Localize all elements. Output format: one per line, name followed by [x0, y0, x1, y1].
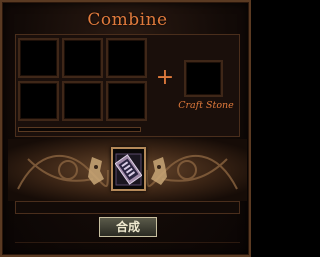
material-slot-1[interactable]	[18, 38, 59, 78]
combine-button[interactable]: 合成	[99, 217, 157, 237]
craft-stone-label: Craft Stone	[178, 100, 234, 111]
divider	[15, 242, 240, 243]
window-title: Combine	[87, 10, 168, 30]
result-info-frame	[15, 201, 240, 214]
plus-icon: +	[155, 65, 175, 90]
scroll-icon	[115, 153, 142, 186]
material-slot-4[interactable]	[18, 81, 59, 121]
material-slot-5[interactable]	[62, 81, 103, 121]
material-slot-2[interactable]	[62, 38, 103, 78]
material-grid	[18, 38, 148, 122]
combine-progress-bar	[18, 127, 141, 132]
result-slot[interactable]	[111, 147, 146, 191]
material-slot-3[interactable]	[106, 38, 147, 78]
combine-window: Combine + Craft Stone 合成	[0, 0, 251, 257]
craft-stone-slot[interactable]	[184, 60, 223, 97]
material-slot-6[interactable]	[106, 81, 147, 121]
